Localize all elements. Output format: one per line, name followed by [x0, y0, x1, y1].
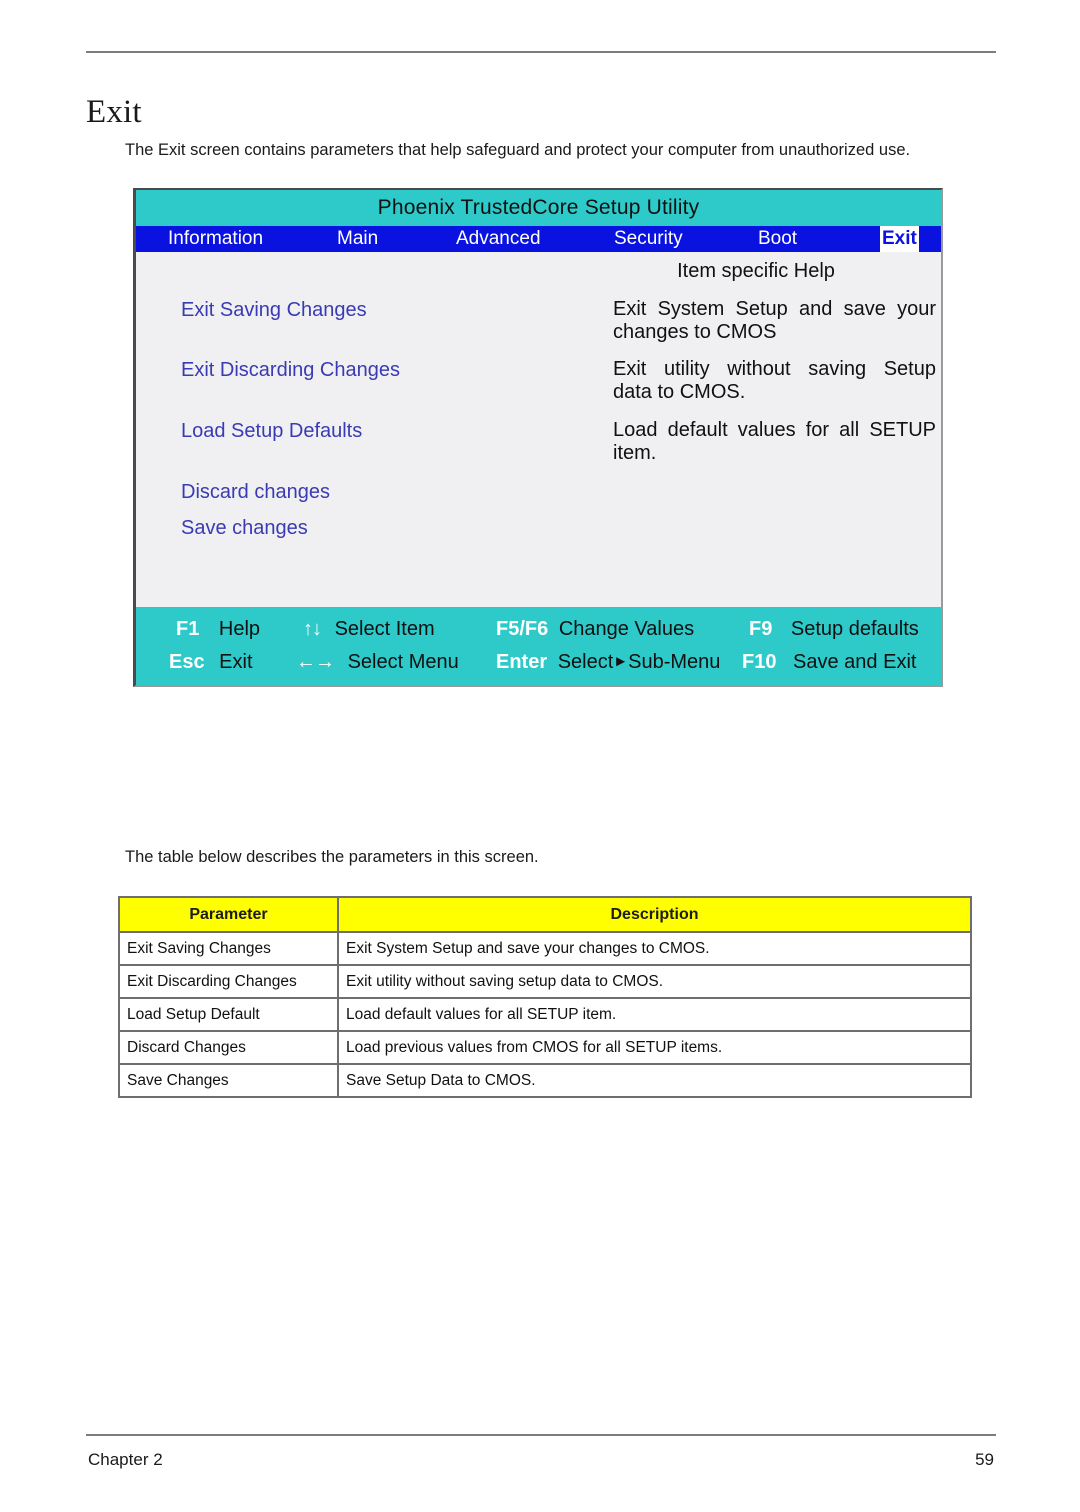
table-intro-paragraph: The table below describes the parameters…: [125, 847, 539, 866]
table-row: Load Setup Default Load default values f…: [118, 997, 972, 1032]
bios-tab-exit[interactable]: Exit: [880, 226, 919, 252]
bios-option-save-changes[interactable]: Save changes: [181, 517, 308, 540]
fk-key: ↑↓: [303, 618, 322, 640]
cell-parameter: Discard Changes: [118, 1030, 339, 1065]
submenu-triangle-icon: ►: [613, 653, 629, 670]
intro-paragraph: The Exit screen contains parameters that…: [125, 140, 911, 159]
help-line: data to CMOS.: [613, 381, 746, 403]
table-row: Discard Changes Load previous values fro…: [118, 1030, 972, 1065]
bios-tab-advanced[interactable]: Advanced: [456, 226, 541, 252]
bios-option-exit-discarding-changes[interactable]: Exit Discarding Changes: [181, 359, 400, 382]
fk-f10-save-and-exit: F10 Save and Exit: [742, 651, 916, 674]
bios-setup-screenshot: Phoenix TrustedCore Setup Utility Inform…: [133, 188, 943, 687]
bios-tab-boot[interactable]: Boot: [758, 226, 797, 252]
fk-desc-post: Sub-Menu: [628, 651, 721, 673]
help-text-exit-saving-changes: Exit System Setup and save your changes …: [613, 298, 936, 344]
help-line: Load default values for all SETUP: [613, 419, 936, 441]
footer-chapter: Chapter 2: [88, 1450, 163, 1469]
table-row: Save Changes Save Setup Data to CMOS.: [118, 1063, 972, 1098]
fk-f1-help: F1 Help: [176, 618, 260, 641]
cell-parameter: Load Setup Default: [118, 997, 339, 1032]
table-header-parameter: Parameter: [118, 896, 339, 933]
fk-key: F5/F6: [496, 618, 549, 640]
table-row: Exit Saving Changes Exit System Setup an…: [118, 931, 972, 966]
footer-rule: [86, 1434, 996, 1436]
cell-description: Save Setup Data to CMOS.: [337, 1063, 972, 1098]
table-header-description: Description: [337, 896, 972, 933]
help-line: Exit utility without saving Setup: [613, 358, 936, 380]
fk-desc: Change Values: [558, 618, 695, 640]
fk-desc: Help: [218, 618, 261, 640]
document-page: Exit The Exit screen contains parameters…: [0, 0, 1080, 1512]
bios-tab-security[interactable]: Security: [614, 226, 683, 252]
bios-tab-main[interactable]: Main: [337, 226, 378, 252]
fk-desc: Save and Exit: [793, 651, 917, 673]
fk-desc-pre: Select: [557, 651, 614, 673]
bios-title-text: Phoenix TrustedCore Setup Utility: [377, 196, 700, 219]
bios-menu-bar: Information Main Advanced Security Boot …: [136, 226, 941, 252]
header-rule: [86, 51, 996, 53]
bios-option-exit-saving-changes[interactable]: Exit Saving Changes: [181, 299, 367, 322]
bios-option-load-setup-defaults[interactable]: Load Setup Defaults: [181, 420, 362, 443]
footer-page-number: 59: [975, 1450, 994, 1469]
help-text-load-setup-defaults: Load default values for all SETUP item.: [613, 419, 936, 465]
help-line: Exit System Setup and save your: [613, 298, 936, 320]
bios-option-discard-changes[interactable]: Discard changes: [181, 481, 330, 504]
fk-key: Enter: [496, 651, 548, 673]
fk-key: F1: [176, 618, 200, 640]
cell-parameter: Save Changes: [118, 1063, 339, 1098]
fk-esc-exit: Esc Exit: [169, 651, 253, 674]
fk-desc: Select Item: [334, 618, 435, 640]
parameter-description-table: Parameter Description Exit Saving Change…: [118, 896, 972, 1098]
fk-leftright-select-menu: ←→ Select Menu: [296, 651, 459, 674]
table-row: Exit Discarding Changes Exit utility wit…: [118, 964, 972, 999]
bios-function-key-bar: F1 Help ↑↓ Select Item F5/F6 Change Valu…: [136, 607, 941, 685]
help-line: changes to CMOS: [613, 321, 777, 343]
fk-f5f6-change-values: F5/F6 Change Values: [496, 618, 694, 641]
cell-description: Load default values for all SETUP item.: [337, 997, 972, 1032]
bios-title-bar: Phoenix TrustedCore Setup Utility: [136, 190, 941, 226]
fk-desc: Setup defaults: [790, 618, 919, 640]
fk-desc: Select Menu: [347, 651, 459, 673]
table-header-row: Parameter Description: [118, 896, 972, 933]
help-line: item.: [613, 442, 657, 464]
cell-parameter: Exit Saving Changes: [118, 931, 339, 966]
fk-key: F10: [742, 651, 777, 673]
cell-description: Exit utility without saving setup data t…: [337, 964, 972, 999]
cell-description: Exit System Setup and save your changes …: [337, 931, 972, 966]
bios-tab-information[interactable]: Information: [168, 226, 263, 252]
cell-description: Load previous values from CMOS for all S…: [337, 1030, 972, 1065]
help-text-exit-discarding-changes: Exit utility without saving Setup data t…: [613, 358, 936, 404]
fk-f9-setup-defaults: F9 Setup defaults: [749, 618, 919, 641]
page-title: Exit: [86, 94, 142, 131]
fk-updown-select-item: ↑↓ Select Item: [303, 618, 435, 641]
fk-enter-select-submenu: Enter Select►Sub-Menu: [496, 651, 720, 674]
fk-key: F9: [749, 618, 773, 640]
fk-desc: Exit: [219, 651, 253, 673]
bios-content-area: Item specific Help Exit Saving Changes E…: [136, 252, 941, 607]
fk-key: ←→: [296, 651, 335, 673]
fk-key: Esc: [169, 651, 205, 673]
item-specific-help-title: Item specific Help: [677, 260, 835, 282]
cell-parameter: Exit Discarding Changes: [118, 964, 339, 999]
